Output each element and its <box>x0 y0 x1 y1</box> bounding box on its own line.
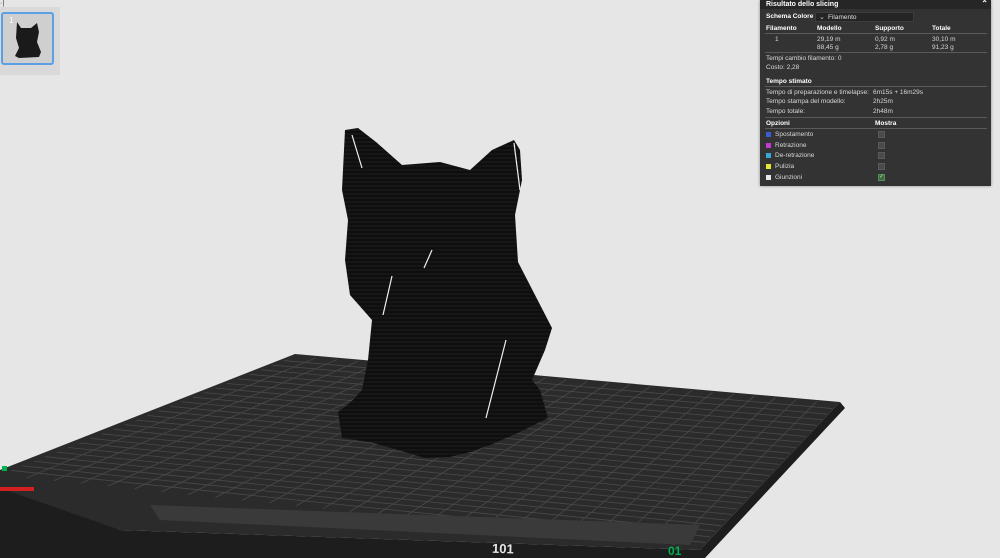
filament-changes: Tempi cambio filamento: 0 <box>766 55 842 62</box>
separator <box>765 52 987 53</box>
swatch-icon <box>766 143 771 148</box>
col-header-model: Modello <box>817 25 842 32</box>
option-label: Spostamento <box>775 131 814 138</box>
prep-time-label: Tempo di preparazione e timelapse: <box>766 89 869 96</box>
col-header-support: Supporto <box>875 25 904 32</box>
estimated-time-heading: Tempo stimato <box>766 78 812 85</box>
model-weight: 88,45 g <box>817 44 839 51</box>
plate-label-front: 101 <box>492 541 514 557</box>
model-print-time-value: 2h25m <box>873 98 893 105</box>
col-header-total: Totale <box>932 25 951 32</box>
plate-thumbnail[interactable]: 1 <box>1 12 54 65</box>
prep-time-value: 6m15s + 16m29s <box>873 89 924 96</box>
color-scheme-label: Schema Colore <box>766 13 814 20</box>
option-label: De-retrazione <box>775 152 815 159</box>
col-header-filament: Filamento <box>766 25 797 32</box>
option-toggle-de-retrazione[interactable] <box>878 152 885 159</box>
option-label: Retrazione <box>775 142 807 149</box>
total-weight: 91,23 g <box>932 44 954 51</box>
total-time-value: 2h48m <box>873 108 893 115</box>
separator <box>765 33 987 34</box>
swatch-icon <box>766 175 771 180</box>
panel-title: Risultato dello slicing <box>766 1 839 8</box>
cat-thumbnail-icon <box>15 22 41 58</box>
option-toggle-pulizia[interactable] <box>878 163 885 170</box>
color-scheme-value: Filamento <box>828 14 857 21</box>
option-toggle-spostamento[interactable] <box>878 131 885 138</box>
panel-header: Risultato dello slicing ⌃ <box>760 0 991 9</box>
y-axis-marker <box>2 466 7 471</box>
x-axis-marker <box>0 487 34 491</box>
model-length: 29,19 m <box>817 36 841 43</box>
separator <box>765 86 987 87</box>
show-header: Mostra <box>875 120 897 127</box>
swatch-icon <box>766 132 771 137</box>
chevron-down-icon: ⌄ <box>819 14 825 21</box>
option-toggle-giunzioni[interactable] <box>878 173 885 181</box>
cost: Costo: 2,28 <box>766 64 800 71</box>
separator <box>765 128 987 129</box>
collapse-icon[interactable]: ⌃ <box>981 0 988 8</box>
swatch-icon <box>766 164 771 169</box>
separator <box>765 117 987 118</box>
option-label: Giunzioni <box>775 174 803 181</box>
support-weight: 2,78 g <box>875 44 894 51</box>
support-length: 0,92 m <box>875 36 895 43</box>
total-time-label: Tempo totale: <box>766 108 806 115</box>
options-header: Opzioni <box>766 120 790 127</box>
plate-thumbnail-panel: 1 <box>0 7 60 75</box>
corner-mark: ·| <box>0 0 5 7</box>
model-print-time-label: Tempo stampa del modello: <box>766 98 846 105</box>
option-toggle-retrazione[interactable] <box>878 142 885 149</box>
plate-label-corner: 01 <box>668 544 682 558</box>
option-label: Pulizia <box>775 163 795 170</box>
filament-id: 1 <box>775 36 779 43</box>
color-scheme-select[interactable]: ⌄ Filamento <box>815 12 914 22</box>
swatch-icon <box>766 153 771 158</box>
slicing-result-panel: Risultato dello slicing ⌃ Schema Colore … <box>760 0 991 186</box>
cat-model[interactable] <box>338 128 552 458</box>
total-length: 30,10 m <box>932 36 956 43</box>
